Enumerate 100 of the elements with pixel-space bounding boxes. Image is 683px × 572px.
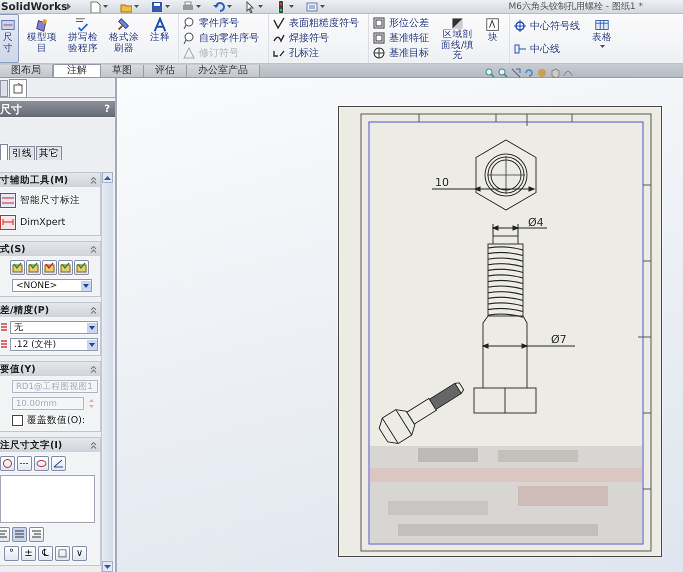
delete-style-button[interactable]: [42, 260, 57, 275]
ribbon-button[interactable]: 表格: [589, 14, 616, 63]
collapse-chevron-icon[interactable]: [90, 366, 97, 372]
dimension-text-button[interactable]: [0, 456, 15, 471]
tab-edge[interactable]: [0, 144, 8, 160]
dropdown-caret-icon[interactable]: [227, 5, 232, 8]
dimension-text-button[interactable]: [51, 456, 66, 471]
dimension-text-button[interactable]: [34, 456, 49, 471]
ribbon-button[interactable]: 注释: [147, 14, 173, 63]
ribbon-button[interactable]: 形位公差: [371, 16, 431, 30]
dropdown-value: .12 (文件): [14, 338, 56, 351]
dropdown-caret-icon[interactable]: [600, 44, 605, 48]
dimxpert-icon[interactable]: [0, 214, 16, 230]
menu-arrow-icon[interactable]: [67, 3, 72, 10]
checkbox[interactable]: [12, 415, 23, 426]
symbol-button[interactable]: ±: [21, 546, 36, 561]
style-check-button[interactable]: [10, 260, 25, 275]
style-dropdown[interactable]: <NONE>: [12, 279, 92, 292]
dimension-text: Ø4: [528, 216, 544, 229]
ribbon-button[interactable]: 块: [482, 14, 504, 63]
balloon-icon: [183, 16, 195, 28]
triangle-icon: [183, 46, 195, 58]
dropdown-caret-icon[interactable]: [320, 5, 326, 8]
tab[interactable]: 办公室产品: [187, 65, 260, 77]
symbol-button[interactable]: °: [4, 546, 19, 561]
undo-icon[interactable]: [213, 0, 226, 12]
tab[interactable]: 草图: [101, 65, 144, 77]
align-left-icon: [0, 530, 8, 539]
help-button[interactable]: ?: [104, 104, 110, 114]
add-style-button[interactable]: [26, 260, 41, 275]
ribbon-button[interactable]: 基准特征: [371, 30, 431, 44]
ribbon-button[interactable]: 拼写检 验程序: [65, 14, 101, 63]
dropdown[interactable]: .12 (文件): [10, 338, 98, 351]
tab[interactable]: 注解: [53, 64, 101, 77]
save-style-button[interactable]: [58, 260, 73, 275]
save-icon[interactable]: [151, 0, 164, 12]
symbol-button[interactable]: ℄: [38, 546, 53, 561]
add-style-icon: [28, 262, 39, 273]
dimension-text: Ø7: [551, 333, 567, 346]
ribbon-button[interactable]: 模型项 目: [24, 14, 60, 63]
tab[interactable]: 评估: [144, 65, 187, 77]
ribbon-button[interactable]: 中心符号线: [512, 19, 582, 34]
dropdown[interactable]: 无: [10, 321, 98, 334]
tab[interactable]: 图布局: [0, 65, 53, 77]
panel-title: 尺寸: [0, 102, 22, 116]
load-style-button[interactable]: [74, 260, 89, 275]
pan-icon[interactable]: [511, 68, 521, 78]
tab[interactable]: 引线: [9, 146, 35, 160]
printer-icon[interactable]: [182, 0, 194, 12]
scroll-up-icon[interactable]: [104, 176, 111, 180]
ribbon-button[interactable]: 孔标注: [271, 46, 361, 60]
style-check-icon: [12, 262, 23, 273]
dropdown-caret-icon[interactable]: [165, 5, 170, 8]
dropdown-caret-icon[interactable]: [258, 5, 264, 8]
scrollbar[interactable]: [101, 172, 113, 572]
ribbon-button[interactable]: 表面粗糙度符号: [271, 16, 361, 30]
symbol-button[interactable]: ∨: [72, 546, 87, 561]
tool-label[interactable]: DimXpert: [20, 216, 66, 228]
dropdown-caret-icon[interactable]: [196, 5, 202, 8]
options-icon[interactable]: [306, 0, 318, 12]
ribbon-button[interactable]: 基准目标: [371, 46, 431, 60]
section-title: 注尺寸文字(I): [0, 438, 62, 452]
ribbon-button[interactable]: 尺 寸: [0, 14, 19, 63]
collapse-chevron-icon[interactable]: [90, 306, 97, 314]
ribbon-button[interactable]: 区域剖 面线/填 充: [438, 14, 478, 63]
pointer-icon[interactable]: [244, 0, 256, 12]
ribbon-button[interactable]: 中心线: [512, 42, 582, 56]
align-center-button[interactable]: [12, 527, 27, 542]
section-title: 式(S): [0, 242, 26, 256]
balloon-icon: [183, 32, 195, 44]
dropdown-caret-icon[interactable]: [134, 5, 140, 8]
section-title: 寸辅助工具(M): [0, 174, 68, 186]
hex-head-view: [476, 139, 536, 211]
zoom-area-icon[interactable]: [498, 68, 508, 78]
table-icon: [594, 17, 610, 33]
tool-label[interactable]: 智能尺寸标注: [20, 194, 80, 206]
dropdown-arrow-icon: [87, 340, 97, 350]
ribbon-button[interactable]: 焊接符号: [271, 30, 361, 44]
dimension-text-button[interactable]: [17, 456, 32, 471]
dropdown-caret-icon[interactable]: [103, 5, 108, 8]
ribbon-button[interactable]: 格式涂 刷器: [106, 14, 142, 63]
dropdown-arrow-icon: [87, 322, 97, 332]
dropdown-value: 无: [14, 322, 23, 334]
section-title: 要值(Y): [0, 362, 36, 376]
app-logo: SolidWorks: [1, 0, 68, 12]
scroll-down-icon[interactable]: [104, 564, 111, 568]
hatch-icon: [451, 17, 464, 30]
tab[interactable]: 其它: [36, 146, 62, 160]
section-title: 差/精度(P): [0, 304, 50, 316]
smart-dimension-icon[interactable]: [0, 192, 16, 208]
ribbon-button[interactable]: 自动零件序号: [181, 30, 261, 44]
collapse-chevron-icon[interactable]: [90, 442, 97, 448]
dropdown-caret-icon[interactable]: [289, 5, 294, 8]
panel-tab[interactable]: [9, 79, 27, 97]
symbol-button[interactable]: □: [55, 546, 70, 561]
align-right-button[interactable]: [29, 527, 44, 542]
collapse-chevron-icon[interactable]: [90, 246, 97, 252]
ribbon-button[interactable]: 零件序号: [181, 16, 261, 30]
collapse-chevron-icon[interactable]: [90, 176, 97, 184]
zoom-to-fit-icon[interactable]: [485, 68, 495, 78]
